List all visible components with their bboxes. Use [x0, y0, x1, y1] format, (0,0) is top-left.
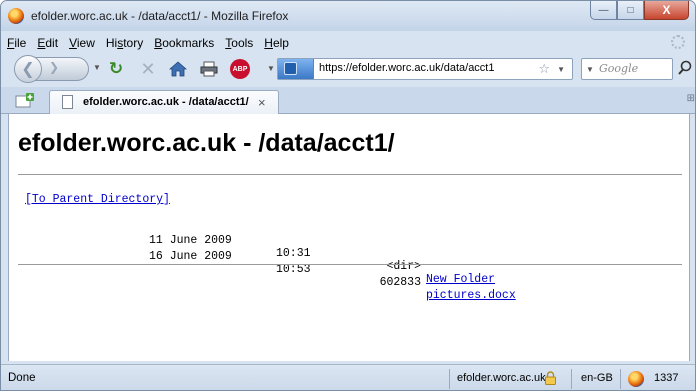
close-button[interactable]: X: [644, 1, 689, 20]
entry-date: 16 June 2009: [149, 250, 232, 263]
status-separator: [449, 369, 450, 389]
tab-active[interactable]: efolder.worc.ac.uk - /data/acct1/ ×: [49, 90, 279, 115]
tab-list-icon[interactable]: ⊞: [687, 93, 695, 104]
site-identity-button[interactable]: [278, 59, 314, 79]
page-content: efolder.worc.ac.uk - /data/acct1/ [To Pa…: [8, 114, 690, 361]
window-controls: — □ X: [590, 1, 689, 21]
forward-button[interactable]: ❯: [49, 60, 59, 74]
status-text: Done: [8, 372, 36, 384]
history-dropdown-icon[interactable]: ▼: [93, 63, 101, 72]
search-bar[interactable]: ▼ Google: [581, 58, 673, 80]
window-title: efolder.worc.ac.uk - /data/acct1/ - Mozi…: [31, 9, 289, 23]
minimize-button[interactable]: —: [590, 1, 617, 20]
divider: [18, 174, 682, 175]
back-arrow-icon: ❮: [21, 61, 35, 78]
print-icon[interactable]: [199, 59, 219, 79]
search-icon[interactable]: [678, 60, 692, 76]
status-domain[interactable]: efolder.worc.ac.uk: [457, 372, 546, 384]
entry-size: 602833: [379, 276, 421, 289]
menu-help[interactable]: Help: [264, 36, 289, 50]
browser-window: efolder.worc.ac.uk - /data/acct1/ - Mozi…: [0, 0, 696, 391]
reload-icon[interactable]: ↻: [106, 59, 126, 79]
page-icon: [62, 95, 73, 109]
extension-counter: 1337: [654, 372, 679, 384]
entry-size: <dir>: [386, 260, 421, 273]
site-favicon-icon: [284, 62, 297, 75]
adblock-icon[interactable]: ABP: [230, 59, 250, 79]
maximize-button[interactable]: □: [617, 1, 644, 20]
tab-bar: efolder.worc.ac.uk - /data/acct1/ × ⊞: [1, 87, 695, 115]
navigation-toolbar: ❮ ❯ ▼ ↻ ✕ ABP ▼ https://efolder.worc.ac.…: [1, 54, 695, 84]
bookmark-star-icon[interactable]: ☆: [538, 61, 550, 77]
menu-edit[interactable]: Edit: [37, 36, 58, 50]
throbber-icon: [671, 35, 685, 49]
entry-time: 10:31: [276, 247, 311, 260]
lock-icon[interactable]: [545, 371, 556, 385]
entry-date: 11 June 2009: [149, 234, 232, 247]
search-input[interactable]: Google: [599, 62, 638, 75]
list-item: 16 June 2009 10:53 602833 pictures.docx: [9, 237, 516, 302]
divider: [18, 264, 682, 265]
menu-tools[interactable]: Tools: [225, 36, 253, 50]
new-tab-icon[interactable]: [15, 92, 35, 110]
menu-view[interactable]: View: [69, 36, 95, 50]
search-engine-dropdown-icon[interactable]: ▼: [586, 65, 594, 74]
status-separator: [620, 369, 621, 389]
entry-link[interactable]: pictures.docx: [426, 289, 516, 302]
adblock-badge: ABP: [230, 59, 250, 79]
status-bar: Done efolder.worc.ac.uk en-GB 1337: [1, 364, 695, 390]
url-text[interactable]: https://efolder.worc.ac.uk/data/acct1: [319, 62, 494, 74]
entry-link[interactable]: New Folder: [426, 273, 495, 286]
url-dropdown-icon[interactable]: ▼: [557, 65, 565, 74]
list-item: 11 June 2009 10:31 <dir> New Folder: [9, 221, 495, 286]
firefox-logo-icon: [8, 8, 24, 24]
tab-close-icon[interactable]: ×: [258, 95, 266, 110]
menu-history[interactable]: History: [106, 36, 143, 50]
stop-icon[interactable]: ✕: [138, 59, 158, 79]
tab-label: efolder.worc.ac.uk - /data/acct1/: [83, 96, 249, 108]
menu-bar: File Edit View History Bookmarks Tools H…: [1, 33, 695, 53]
home-icon[interactable]: [168, 59, 188, 79]
title-bar[interactable]: efolder.worc.ac.uk - /data/acct1/ - Mozi…: [1, 1, 695, 31]
firefox-extension-icon[interactable]: [628, 371, 644, 387]
parent-directory-link[interactable]: [To Parent Directory]: [25, 193, 170, 206]
back-button[interactable]: ❮: [14, 55, 42, 83]
status-separator: [571, 369, 572, 389]
adblock-dropdown-icon[interactable]: ▼: [267, 64, 275, 73]
page-title: efolder.worc.ac.uk - /data/acct1/: [18, 129, 395, 157]
language-indicator[interactable]: en-GB: [581, 372, 613, 384]
menu-file[interactable]: File: [7, 36, 26, 50]
url-bar[interactable]: https://efolder.worc.ac.uk/data/acct1 ☆ …: [277, 58, 573, 80]
menu-bookmarks[interactable]: Bookmarks: [154, 36, 214, 50]
